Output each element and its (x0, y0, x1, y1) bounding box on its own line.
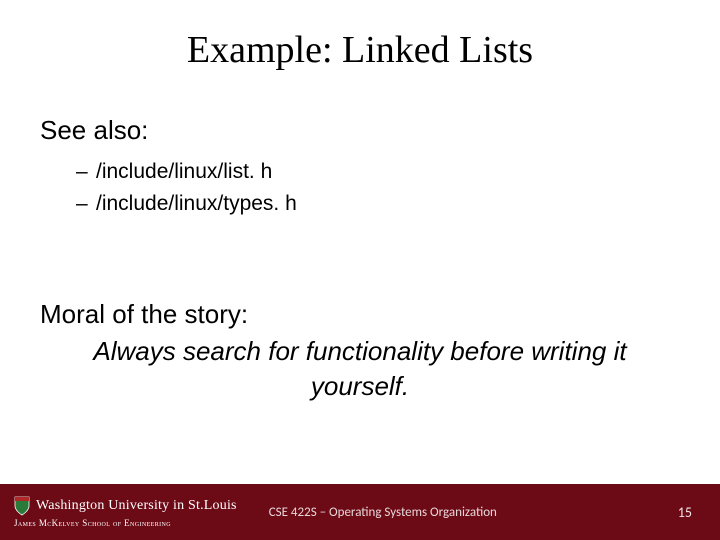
footer-bar: Washington University in St.Louis James … (0, 484, 720, 540)
footer-logo: Washington University in St.Louis James … (0, 496, 237, 528)
see-also-list: /include/linux/list. h /include/linux/ty… (76, 156, 680, 219)
page-number: 15 (678, 504, 692, 521)
list-item: /include/linux/types. h (76, 188, 680, 220)
moral-text: Always search for functionality before w… (40, 334, 680, 404)
slide: Example: Linked Lists See also: /include… (0, 0, 720, 540)
university-name: Washington University in St.Louis (36, 498, 237, 514)
slide-body: See also: /include/linux/list. h /includ… (40, 115, 680, 404)
course-label: CSE 422S – Operating Systems Organizatio… (269, 505, 497, 520)
shield-icon (14, 496, 30, 516)
school-name: James McKelvey School of Engineering (14, 518, 237, 528)
list-item: /include/linux/list. h (76, 156, 680, 188)
slide-title: Example: Linked Lists (0, 28, 720, 72)
moral-heading: Moral of the story: (40, 299, 680, 330)
see-also-heading: See also: (40, 115, 680, 146)
moral-block: Moral of the story: Always search for fu… (40, 299, 680, 404)
